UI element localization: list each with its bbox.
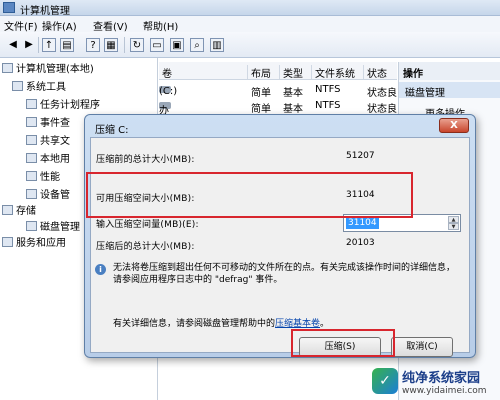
tree-item-label: 共享文 (40, 136, 70, 147)
menu-bar: 文件(F) 操作(A) 查看(V) 帮助(H) (0, 16, 500, 33)
shrink-dialog: 压缩 C: X 压缩前的总计大小(MB): 51207 可用压缩空间大小(MB)… (84, 114, 476, 358)
menu-help[interactable]: 帮助(H) (143, 18, 178, 33)
folder-icon (26, 135, 37, 145)
tree-item-label: 性能 (40, 172, 60, 183)
tools-icon (12, 81, 23, 91)
tree-item-shared-folders[interactable]: 共享文 (26, 134, 70, 150)
dialog-content: 压缩前的总计大小(MB): 51207 可用压缩空间大小(MB): 31104 … (90, 137, 470, 353)
tree-item-label: 本地用 (40, 154, 70, 165)
help-link[interactable]: 压缩基本卷 (275, 319, 320, 329)
help-icon[interactable]: ? (86, 38, 100, 52)
total-before-value: 51207 (343, 149, 461, 165)
column-layout[interactable]: 布局 (247, 65, 271, 80)
site-watermark: ✓ 纯净系统家园 www.yidaimei.com (372, 364, 500, 400)
actions-header: 操作 (399, 62, 500, 80)
volume-status: 状态良 (367, 104, 397, 115)
annotation-highlight-shrink-button (291, 329, 395, 357)
storage-icon (2, 205, 13, 215)
tree-item-services[interactable]: 服务和应用 (2, 236, 66, 252)
back-icon[interactable]: ◀ (6, 38, 20, 52)
shrink-amount-value: 31104 (346, 217, 379, 229)
volume-row[interactable]: 办公 (G:) 简单 基本 NTFS 状态良 (159, 98, 397, 143)
volume-layout: 简单 (251, 88, 271, 99)
device-icon (26, 189, 37, 199)
menu-action[interactable]: 操作(A) (42, 18, 77, 33)
shrink-amount-label: 输入压缩空间量(MB)(E): (96, 220, 199, 230)
spin-up-icon[interactable]: ▲ (448, 216, 459, 223)
total-after-label: 压缩后的总计大小(MB): (96, 242, 195, 252)
total-after-value: 20103 (343, 236, 461, 252)
forward-icon[interactable]: ▶ (22, 38, 36, 52)
tree-item-device-manager[interactable]: 设备管 (26, 188, 70, 204)
up-folder-icon[interactable]: ↑ (42, 38, 56, 52)
help-text: 有关详细信息，请参阅磁盘管理帮助中的压缩基本卷。 (113, 316, 329, 329)
close-button[interactable]: X (439, 118, 469, 133)
view-icon[interactable]: ▥ (210, 38, 224, 52)
tree-item-event-viewer[interactable]: 事件查 (26, 116, 70, 132)
volume-row[interactable]: (C:) 简单 基本 NTFS 状态良 (159, 82, 397, 99)
watermark-title: 纯净系统家园 (402, 371, 481, 386)
total-before-label: 压缩前的总计大小(MB): (96, 155, 195, 165)
toolbar-separator (38, 37, 39, 53)
dialog-title: 压缩 C: (95, 125, 129, 136)
info-icon: i (95, 264, 106, 275)
volume-type: 基本 (283, 88, 303, 99)
watermark-logo-icon: ✓ (372, 368, 398, 394)
volume-name: (C:) (159, 86, 178, 97)
disk-icon[interactable]: ▭ (150, 38, 164, 52)
show-tree-icon[interactable]: ▤ (60, 38, 74, 52)
tree-item-root[interactable]: 计算机管理(本地) (2, 62, 94, 78)
info-text: 无法将卷压缩到超出任何不可移动的文件所在的点。有关完成该操作时间的详细信息，请参… (113, 263, 456, 285)
help-prefix: 有关详细信息，请参阅磁盘管理帮助中的 (113, 319, 276, 329)
volume-filesystem: NTFS (315, 84, 341, 95)
window-titlebar: 计算机管理 (0, 0, 500, 17)
toolbar: ◀ ▶ ↑ ▤ ? ▦ ↻ ▭ ▣ ⌕ ▥ (0, 32, 500, 58)
tree-item-performance[interactable]: 性能 (26, 170, 60, 186)
performance-icon (26, 171, 37, 181)
window-title: 计算机管理 (20, 6, 70, 17)
tree-item-disk-management[interactable]: 磁盘管理 (26, 220, 80, 236)
column-filesystem[interactable]: 文件系统 (311, 65, 355, 80)
search-icon[interactable]: ⌕ (190, 38, 204, 52)
annotation-highlight-fields (86, 172, 413, 218)
tree-item-system-tools[interactable]: 系统工具 (12, 80, 66, 96)
tree-item-task-scheduler[interactable]: 任务计划程序 (26, 98, 100, 114)
computer-icon (2, 63, 13, 73)
column-volume[interactable]: 卷 (159, 65, 172, 80)
actions-section-disk-management[interactable]: 磁盘管理 (399, 82, 500, 99)
tree-item-storage[interactable]: 存储 (2, 204, 36, 220)
cancel-button[interactable]: 取消(C) (391, 337, 453, 357)
volume-filesystem: NTFS (315, 100, 341, 111)
properties-icon[interactable]: ▦ (104, 38, 118, 52)
tree-item-label: 事件查 (40, 118, 70, 129)
tree-item-label: 磁盘管理 (40, 222, 80, 233)
watermark-url: www.yidaimei.com (402, 386, 487, 396)
volume-list-header: 卷 布局 类型 文件系统 状态 (159, 62, 397, 80)
tree-item-label: 服务和应用 (16, 238, 66, 249)
volume-type: 基本 (283, 104, 303, 115)
volume-status: 状态良 (367, 88, 397, 99)
menu-view[interactable]: 查看(V) (93, 18, 128, 33)
tree-item-label: 存储 (16, 206, 36, 217)
event-icon (26, 117, 37, 127)
volume-layout: 简单 (251, 104, 271, 115)
tree-item-label: 设备管 (40, 190, 70, 201)
toolbar-separator (124, 37, 125, 53)
tree-item-label: 计算机管理(本地) (16, 64, 94, 75)
help-suffix: 。 (320, 319, 330, 329)
column-status[interactable]: 状态 (363, 65, 387, 80)
menu-file[interactable]: 文件(F) (4, 18, 38, 33)
computer-management-icon (3, 2, 15, 13)
refresh-icon[interactable]: ↻ (130, 38, 144, 52)
services-icon (2, 237, 13, 247)
open-folder-icon[interactable]: ▣ (170, 38, 184, 52)
spin-down-icon[interactable]: ▼ (448, 223, 459, 230)
tree-item-local-users[interactable]: 本地用 (26, 152, 70, 168)
disk-management-icon (26, 221, 37, 231)
clock-icon (26, 99, 37, 109)
tree-item-label: 任务计划程序 (40, 100, 100, 111)
users-icon (26, 153, 37, 163)
column-type[interactable]: 类型 (279, 65, 303, 80)
tree-item-label: 系统工具 (26, 82, 66, 93)
